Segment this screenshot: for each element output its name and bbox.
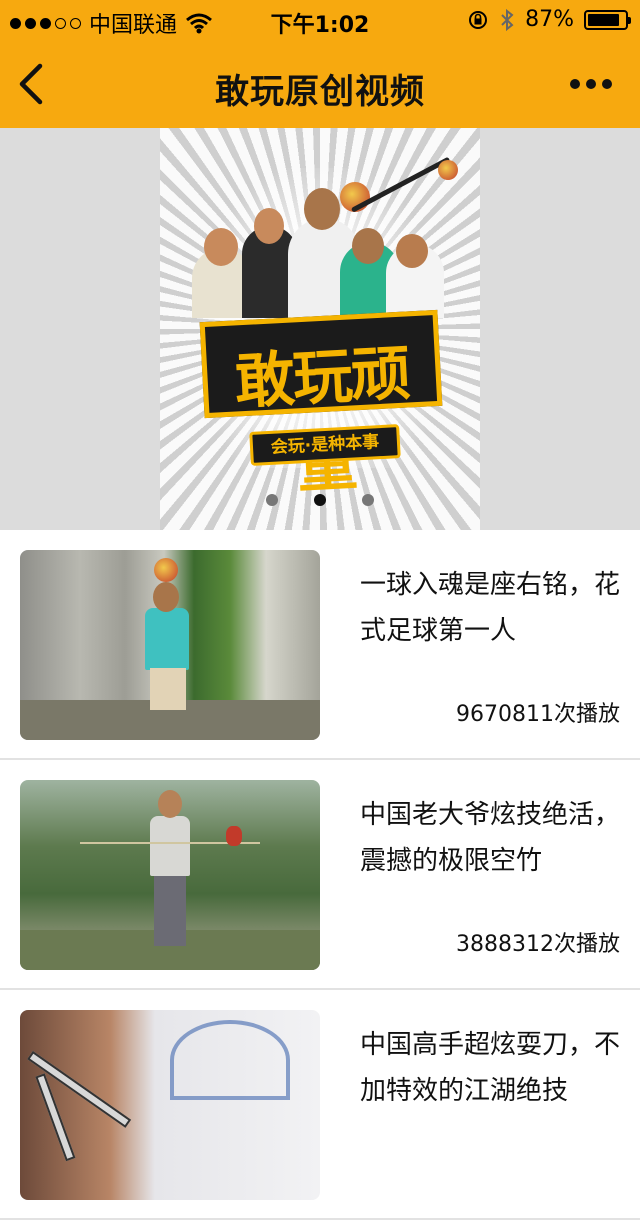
status-bar: 中国联通 下午1:02 87%: [0, 0, 640, 40]
pager-dot[interactable]: [362, 494, 374, 506]
person-head: [396, 234, 428, 268]
person-head: [204, 228, 238, 266]
play-count: 3888312次播放: [456, 932, 620, 957]
battery-icon: [584, 9, 631, 30]
status-right: 87%: [467, 7, 631, 32]
video-title[interactable]: 中国高手超炫耍刀，不加特效的江湖绝技: [360, 1022, 625, 1114]
app-header: 中国联通 下午1:02 87% 敢玩原创视频: [0, 0, 640, 128]
video-item[interactable]: 中国老大爷炫技绝活，震撼的极限空竹 3888312次播放: [0, 760, 640, 990]
rotation-lock-icon: [469, 10, 488, 29]
thumb-shirt: [145, 608, 189, 670]
thumb-shorts: [150, 668, 186, 710]
more-button[interactable]: [566, 70, 612, 98]
thumb-ball: [154, 558, 178, 582]
pager-dot-active[interactable]: [314, 494, 326, 506]
more-dot: [602, 79, 612, 89]
battery-level: [588, 13, 620, 26]
nav-bar: 敢玩原创视频: [0, 40, 640, 128]
bluetooth-icon: [501, 8, 514, 31]
poster-ball: [438, 160, 458, 180]
thumb-legs: [154, 876, 186, 946]
thumb-head: [158, 790, 182, 818]
video-list: 一球入魂是座右铭，花式足球第一人 9670811次播放 中国老大爷炫技绝活，震撼…: [0, 530, 640, 1220]
poster-logo: 敢玩顽童: [199, 309, 443, 501]
video-item[interactable]: 一球入魂是座右铭，花式足球第一人 9670811次播放: [0, 530, 640, 760]
video-item[interactable]: 中国高手超炫耍刀，不加特效的江湖绝技: [0, 990, 640, 1220]
thumb-head: [153, 582, 179, 612]
video-title[interactable]: 中国老大爷炫技绝活，震撼的极限空竹: [360, 792, 625, 884]
more-dots-icon: [570, 79, 580, 89]
banner-poster[interactable]: 敢玩顽童 会玩·是种本事: [160, 128, 480, 530]
play-count: 9670811次播放: [456, 702, 620, 727]
video-thumbnail[interactable]: [20, 550, 320, 740]
video-thumbnail[interactable]: [20, 780, 320, 970]
thumb-shirt: [150, 816, 190, 876]
poster-people: [190, 156, 458, 318]
thumb-diabolo: [226, 826, 242, 846]
person-head: [254, 208, 284, 244]
person-head: [304, 188, 340, 230]
banner-carousel[interactable]: 敢玩顽童 会玩·是种本事: [0, 128, 640, 530]
pager-dot[interactable]: [266, 494, 278, 506]
video-thumbnail[interactable]: [20, 1010, 320, 1200]
thumb-shirt-print: [170, 1020, 290, 1100]
more-dot: [586, 79, 596, 89]
carousel-pager: [0, 494, 640, 506]
battery-percent: 87%: [525, 7, 574, 32]
page-title: 敢玩原创视频: [215, 72, 425, 112]
person-head: [352, 228, 384, 264]
video-title[interactable]: 一球入魂是座右铭，花式足球第一人: [360, 562, 625, 654]
poster-logo-text: 敢玩顽童: [233, 338, 411, 502]
